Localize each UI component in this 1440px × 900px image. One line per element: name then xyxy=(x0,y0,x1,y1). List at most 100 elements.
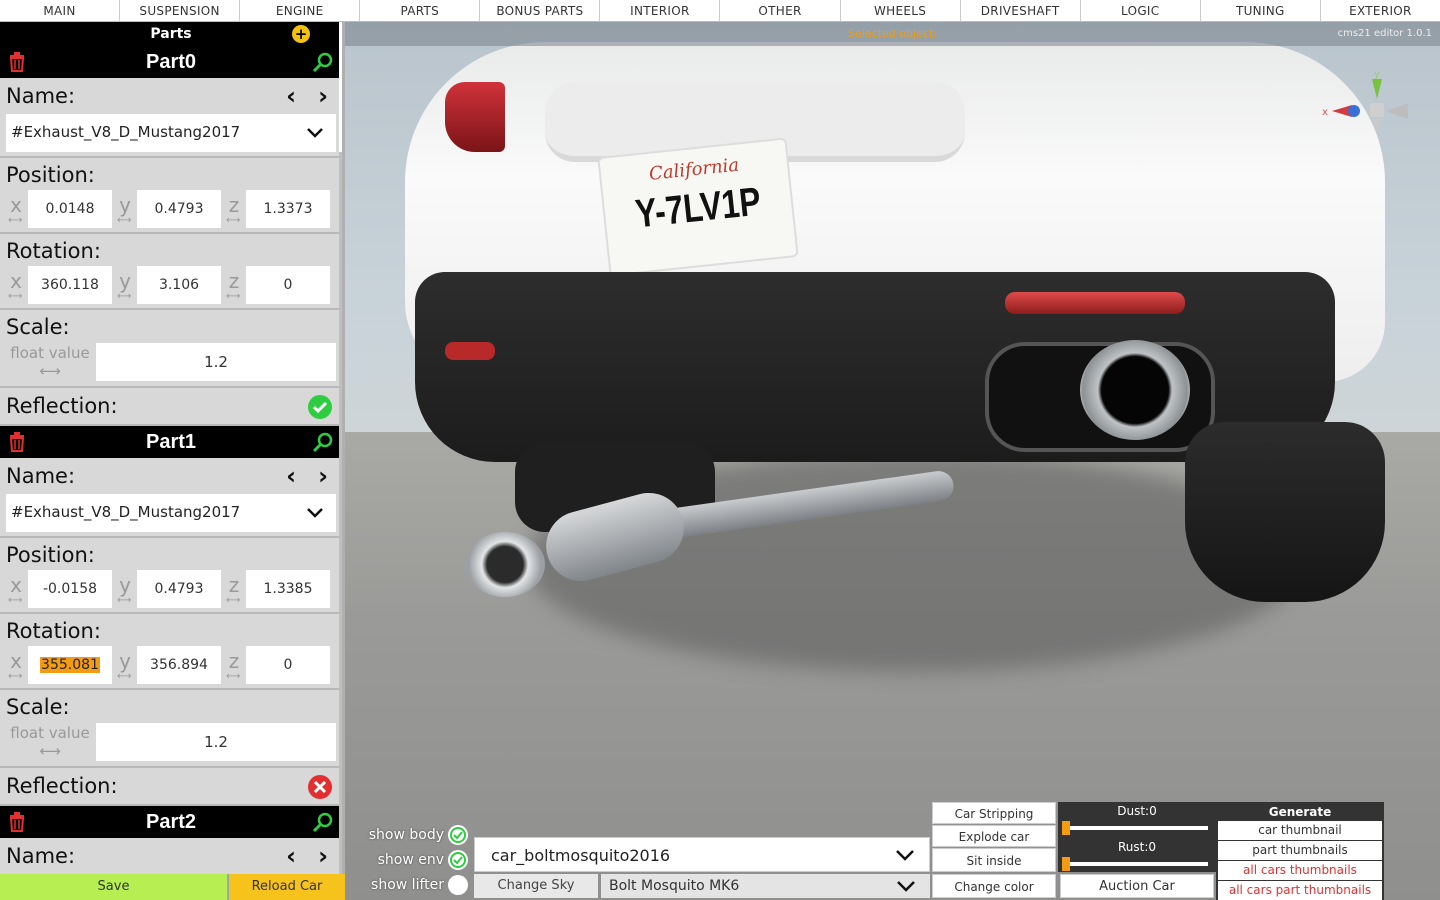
car-stripping-button[interactable]: Car Stripping xyxy=(932,802,1056,824)
tab-parts[interactable]: PARTS xyxy=(360,0,481,21)
exhaust-tip-right[interactable] xyxy=(1080,340,1190,440)
part-1-position-z-input[interactable]: 1.3385 xyxy=(246,570,330,608)
all-cars-part-thumbnails-button[interactable]: all cars part thumbnails xyxy=(1218,881,1382,900)
part-1-name-dropdown[interactable]: #Exhaust_V8_D_Mustang2017 xyxy=(6,494,336,532)
panel-scrollbar-track[interactable] xyxy=(339,152,342,874)
part-1-rotation-x-input[interactable]: 355.081 xyxy=(28,646,112,684)
part-0-reflection-section: Reflection: xyxy=(0,388,342,426)
generate-title: Generate xyxy=(1268,805,1332,819)
part-1-position-x-input[interactable]: -0.0158 xyxy=(28,570,112,608)
scale-drag-handle[interactable]: float value ⟷ xyxy=(4,344,96,380)
show-env-toggle[interactable]: show env xyxy=(362,849,470,871)
focus-part-2-icon[interactable] xyxy=(312,811,334,833)
delete-part-2-icon[interactable] xyxy=(8,812,26,832)
tab-driveshaft[interactable]: DRIVESHAFT xyxy=(961,0,1081,21)
part-0-prev-name-button[interactable]: ‹ xyxy=(286,78,296,114)
part-0-rotation-x-input[interactable]: 360.118 xyxy=(28,266,112,304)
part-1-scale-input[interactable]: 1.2 xyxy=(96,723,336,761)
delete-part-1-icon[interactable] xyxy=(8,432,26,452)
axis-y-drag-handle[interactable]: y ⟷ xyxy=(113,646,137,684)
part-0-title: Part0 xyxy=(145,51,197,73)
tab-wheels[interactable]: WHEELS xyxy=(841,0,961,21)
show-body-toggle[interactable]: show body xyxy=(362,824,470,846)
axis-y-drag-handle[interactable]: y ⟷ xyxy=(113,570,137,608)
part-1-rotation-section: Rotation: x ⟷ 355.081 y ⟷ 356.894 z ⟷ 0 xyxy=(0,614,342,690)
axis-y-drag-handle[interactable]: y ⟷ xyxy=(113,190,137,228)
tab-logic[interactable]: LOGIC xyxy=(1081,0,1201,21)
part-0-scale-input[interactable]: 1.2 xyxy=(96,343,336,381)
dust-slider-track[interactable] xyxy=(1064,826,1208,830)
focus-part-0-icon[interactable] xyxy=(312,51,334,73)
part-0-position-z-input[interactable]: 1.3373 xyxy=(246,190,330,228)
part-2-next-name-button[interactable]: › xyxy=(318,838,328,874)
all-cars-thumbnails-button[interactable]: all cars thumbnails xyxy=(1218,861,1382,880)
part-1-rotation-y-input[interactable]: 356.894 xyxy=(137,646,221,684)
panel-scrollbar-thumb[interactable] xyxy=(339,22,342,152)
sit-inside-button[interactable]: Sit inside xyxy=(932,848,1056,872)
explode-car-button[interactable]: Explode car xyxy=(932,825,1056,847)
part-0-position-inputs: x ⟷ 0.0148 y ⟷ 0.4793 z ⟷ 1.3373 xyxy=(4,190,338,232)
auction-car-button[interactable]: Auction Car xyxy=(1060,874,1214,898)
axis-x-drag-handle[interactable]: x ⟷ xyxy=(4,190,28,228)
add-part-icon[interactable]: + xyxy=(292,25,310,43)
axis-z-drag-handle[interactable]: z ⟷ xyxy=(222,266,246,304)
axis-z-drag-handle[interactable]: z ⟷ xyxy=(222,190,246,228)
part-1-rotation-z-input[interactable]: 0 xyxy=(246,646,330,684)
tab-exterior[interactable]: EXTERIOR xyxy=(1321,0,1440,21)
exhaust-tip-left[interactable] xyxy=(465,532,545,597)
focus-part-1-icon[interactable] xyxy=(312,431,334,453)
change-color-button[interactable]: Change color xyxy=(932,874,1056,898)
rust-slider-handle[interactable] xyxy=(1062,857,1070,871)
reload-car-button[interactable]: Reload Car xyxy=(229,874,345,900)
tab-other[interactable]: OTHER xyxy=(720,0,841,21)
tab-bonus-parts[interactable]: BONUS PARTS xyxy=(480,0,601,21)
part-0-next-name-button[interactable]: › xyxy=(318,78,328,114)
show-lifter-toggle[interactable]: show lifter xyxy=(362,874,470,896)
plate-number: Y-7LV1P xyxy=(633,179,763,237)
tab-main[interactable]: MAIN xyxy=(0,0,121,21)
change-sky-button[interactable]: Change Sky xyxy=(474,874,598,898)
axis-x-drag-handle[interactable]: x ⟷ xyxy=(4,646,28,684)
dust-slider-handle[interactable] xyxy=(1062,821,1070,835)
selected-text: 355.081 xyxy=(40,657,100,673)
rust-label: Rust:0 xyxy=(1117,840,1157,854)
part-2-prev-name-button[interactable]: ‹ xyxy=(286,838,296,874)
chevron-down-icon xyxy=(307,128,323,138)
viewport-3d[interactable]: California Y-7LV1P Selected object: cms2… xyxy=(345,22,1440,900)
save-button[interactable]: Save xyxy=(0,874,227,900)
axis-z-drag-handle[interactable]: z ⟷ xyxy=(222,570,246,608)
part-0-rotation-z-input[interactable]: 0 xyxy=(246,266,330,304)
axis-x-drag-handle[interactable]: x ⟷ xyxy=(4,570,28,608)
part-0-rotation-y-input[interactable]: 3.106 xyxy=(137,266,221,304)
reflection-enabled-check-icon[interactable] xyxy=(308,395,332,419)
scale-drag-handle[interactable]: float value ⟷ xyxy=(4,724,96,760)
car-thumbnail-button[interactable]: car thumbnail xyxy=(1218,821,1382,840)
part-0-name-dropdown[interactable]: #Exhaust_V8_D_Mustang2017 xyxy=(6,114,336,152)
delete-part-0-icon[interactable] xyxy=(8,52,26,72)
part-1-prev-name-button[interactable]: ‹ xyxy=(286,458,296,494)
part-1-name-row: Name: ‹ › xyxy=(4,458,338,494)
part-0-position-y-input[interactable]: 0.4793 xyxy=(137,190,221,228)
tab-interior[interactable]: INTERIOR xyxy=(600,0,721,21)
tab-tuning[interactable]: TUNING xyxy=(1201,0,1321,21)
car-select-dropdown[interactable]: car_boltmosquito2016 xyxy=(474,837,930,872)
unchecked-circle-icon xyxy=(448,875,468,895)
part-thumbnails-button[interactable]: part thumbnails xyxy=(1218,841,1382,860)
model-select-dropdown[interactable]: Bolt Mosquito MK6 xyxy=(601,874,930,898)
axis-gizmo[interactable]: y x xyxy=(1320,67,1410,137)
part-1-position-y-input[interactable]: 0.4793 xyxy=(137,570,221,608)
axis-y-drag-handle[interactable]: y ⟷ xyxy=(113,266,137,304)
dust-label: Dust:0 xyxy=(1117,804,1157,818)
rust-slider-track[interactable] xyxy=(1064,862,1208,866)
tab-suspension[interactable]: SUSPENSION xyxy=(120,0,241,21)
part-1-next-name-button[interactable]: › xyxy=(318,458,328,494)
tail-light-left xyxy=(445,82,505,152)
reflection-disabled-x-icon[interactable] xyxy=(308,775,332,799)
tab-engine[interactable]: ENGINE xyxy=(240,0,361,21)
part-1-name-label: Name: xyxy=(6,464,76,488)
parts-panel: Parts + Part0 Name: ‹ › #Exhaust_V8_D_Mu… xyxy=(0,22,345,874)
tire-right xyxy=(1185,422,1385,602)
axis-z-drag-handle[interactable]: z ⟷ xyxy=(222,646,246,684)
axis-x-drag-handle[interactable]: x ⟷ xyxy=(4,266,28,304)
part-0-position-x-input[interactable]: 0.0148 xyxy=(28,190,112,228)
